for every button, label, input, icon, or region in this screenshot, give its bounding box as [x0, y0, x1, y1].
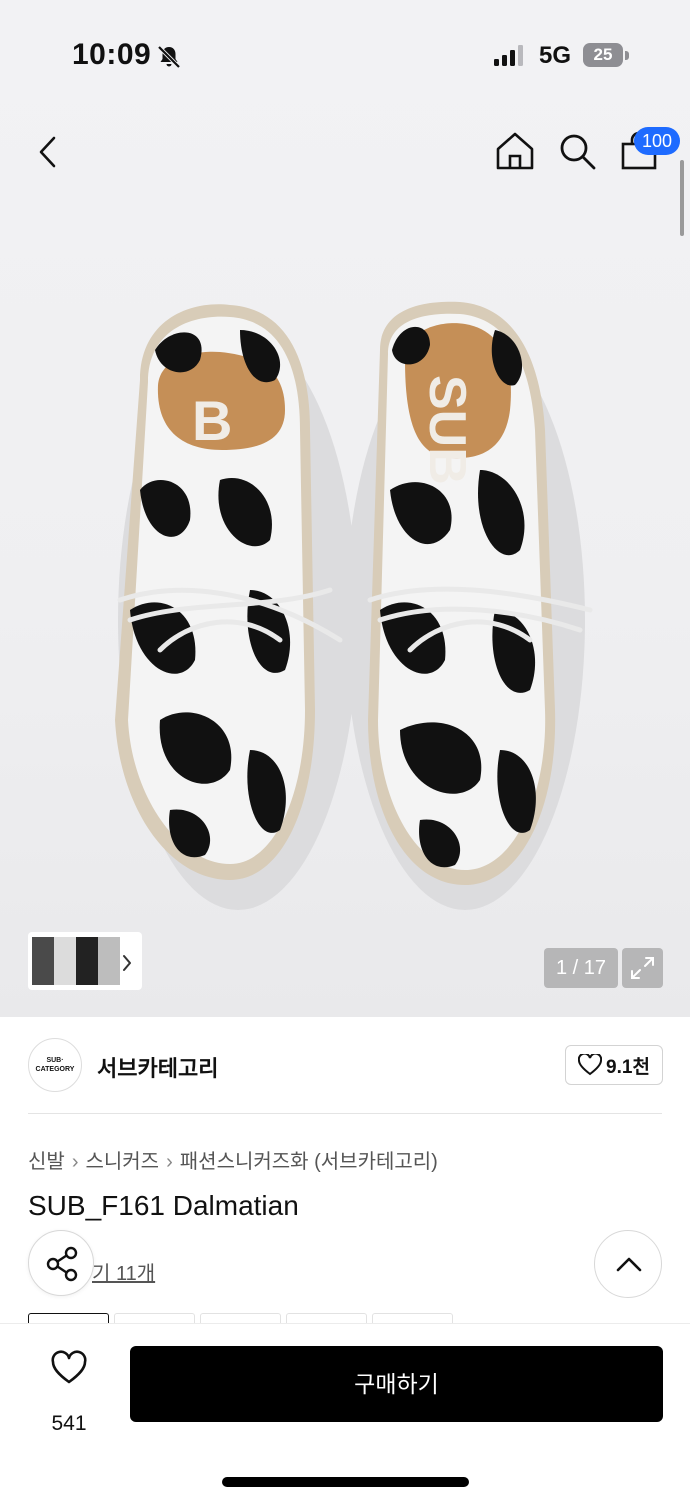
scroll-indicator — [680, 160, 684, 236]
thumbnail[interactable] — [54, 937, 76, 985]
cart-count-badge: 100 — [634, 127, 681, 155]
buy-button[interactable]: 구매하기 — [130, 1346, 663, 1422]
bell-muted-icon — [157, 45, 181, 69]
thumbnail[interactable] — [98, 937, 120, 985]
like-count: 541 — [51, 1412, 87, 1435]
chevron-left-icon[interactable] — [30, 130, 66, 174]
breadcrumb: 신발 › 스니커즈 › 패션스니커즈화 (서브카테고리) — [28, 1145, 438, 1174]
like-button[interactable]: 541 — [40, 1348, 98, 1435]
breadcrumb-separator: › — [71, 1151, 79, 1173]
battery-indicator: 25 — [583, 43, 623, 67]
brand-logo-line1: SUB· — [46, 1057, 64, 1064]
chevron-right-icon[interactable] — [120, 952, 134, 974]
thumbnail[interactable] — [76, 937, 98, 985]
brand-favorite-button[interactable]: 9.1천 — [565, 1045, 663, 1085]
review-link[interactable]: 기 11개 — [92, 1257, 155, 1286]
share-icon — [46, 1246, 78, 1282]
image-counter: 1 / 17 — [544, 948, 618, 988]
product-photo[interactable]: B SUB — [100, 290, 600, 910]
thumbnail[interactable] — [32, 937, 54, 985]
breadcrumb-item[interactable]: 패션스니커즈화 (서브카테고리) — [180, 1151, 438, 1173]
brand-logo-line2: CATEGORY — [35, 1066, 75, 1073]
breadcrumb-item[interactable]: 스니커즈 — [85, 1151, 159, 1173]
home-indicator — [222, 1477, 469, 1487]
svg-text:SUB: SUB — [418, 375, 476, 485]
cellular-signal-icon — [494, 45, 523, 66]
chevron-up-icon — [616, 1257, 642, 1272]
breadcrumb-item[interactable]: 신발 — [28, 1151, 65, 1173]
scroll-to-top-button[interactable] — [594, 1230, 662, 1298]
status-bar: 10:09 5G 25 — [0, 0, 690, 110]
status-time: 10:09 — [72, 38, 152, 71]
brand-name[interactable]: 서브카테고리 — [97, 1051, 218, 1083]
home-icon[interactable] — [494, 130, 536, 172]
brand-favorite-count: 9.1천 — [606, 1056, 650, 1078]
network-type: 5G — [539, 42, 572, 69]
expand-icon — [631, 957, 654, 979]
share-button[interactable] — [28, 1230, 94, 1296]
expand-button[interactable] — [622, 948, 663, 988]
breadcrumb-separator: › — [166, 1151, 173, 1173]
bottom-action-bar: 541 구매하기 — [0, 1323, 690, 1500]
heart-icon — [51, 1350, 87, 1384]
search-icon[interactable] — [556, 130, 598, 172]
svg-text:B: B — [192, 389, 232, 452]
divider — [28, 1113, 662, 1114]
top-navigation — [0, 110, 690, 190]
product-image-gallery[interactable]: 10:09 5G 25 100 B SUB 1 / 17 — [0, 0, 690, 1017]
heart-icon — [578, 1054, 603, 1076]
brand-logo[interactable]: SUB· CATEGORY — [28, 1038, 82, 1092]
battery-tip — [625, 51, 629, 60]
brand-row: SUB· CATEGORY 서브카테고리 9.1천 — [0, 1017, 690, 1113]
product-title: SUB_F161 Dalmatian — [28, 1190, 299, 1221]
